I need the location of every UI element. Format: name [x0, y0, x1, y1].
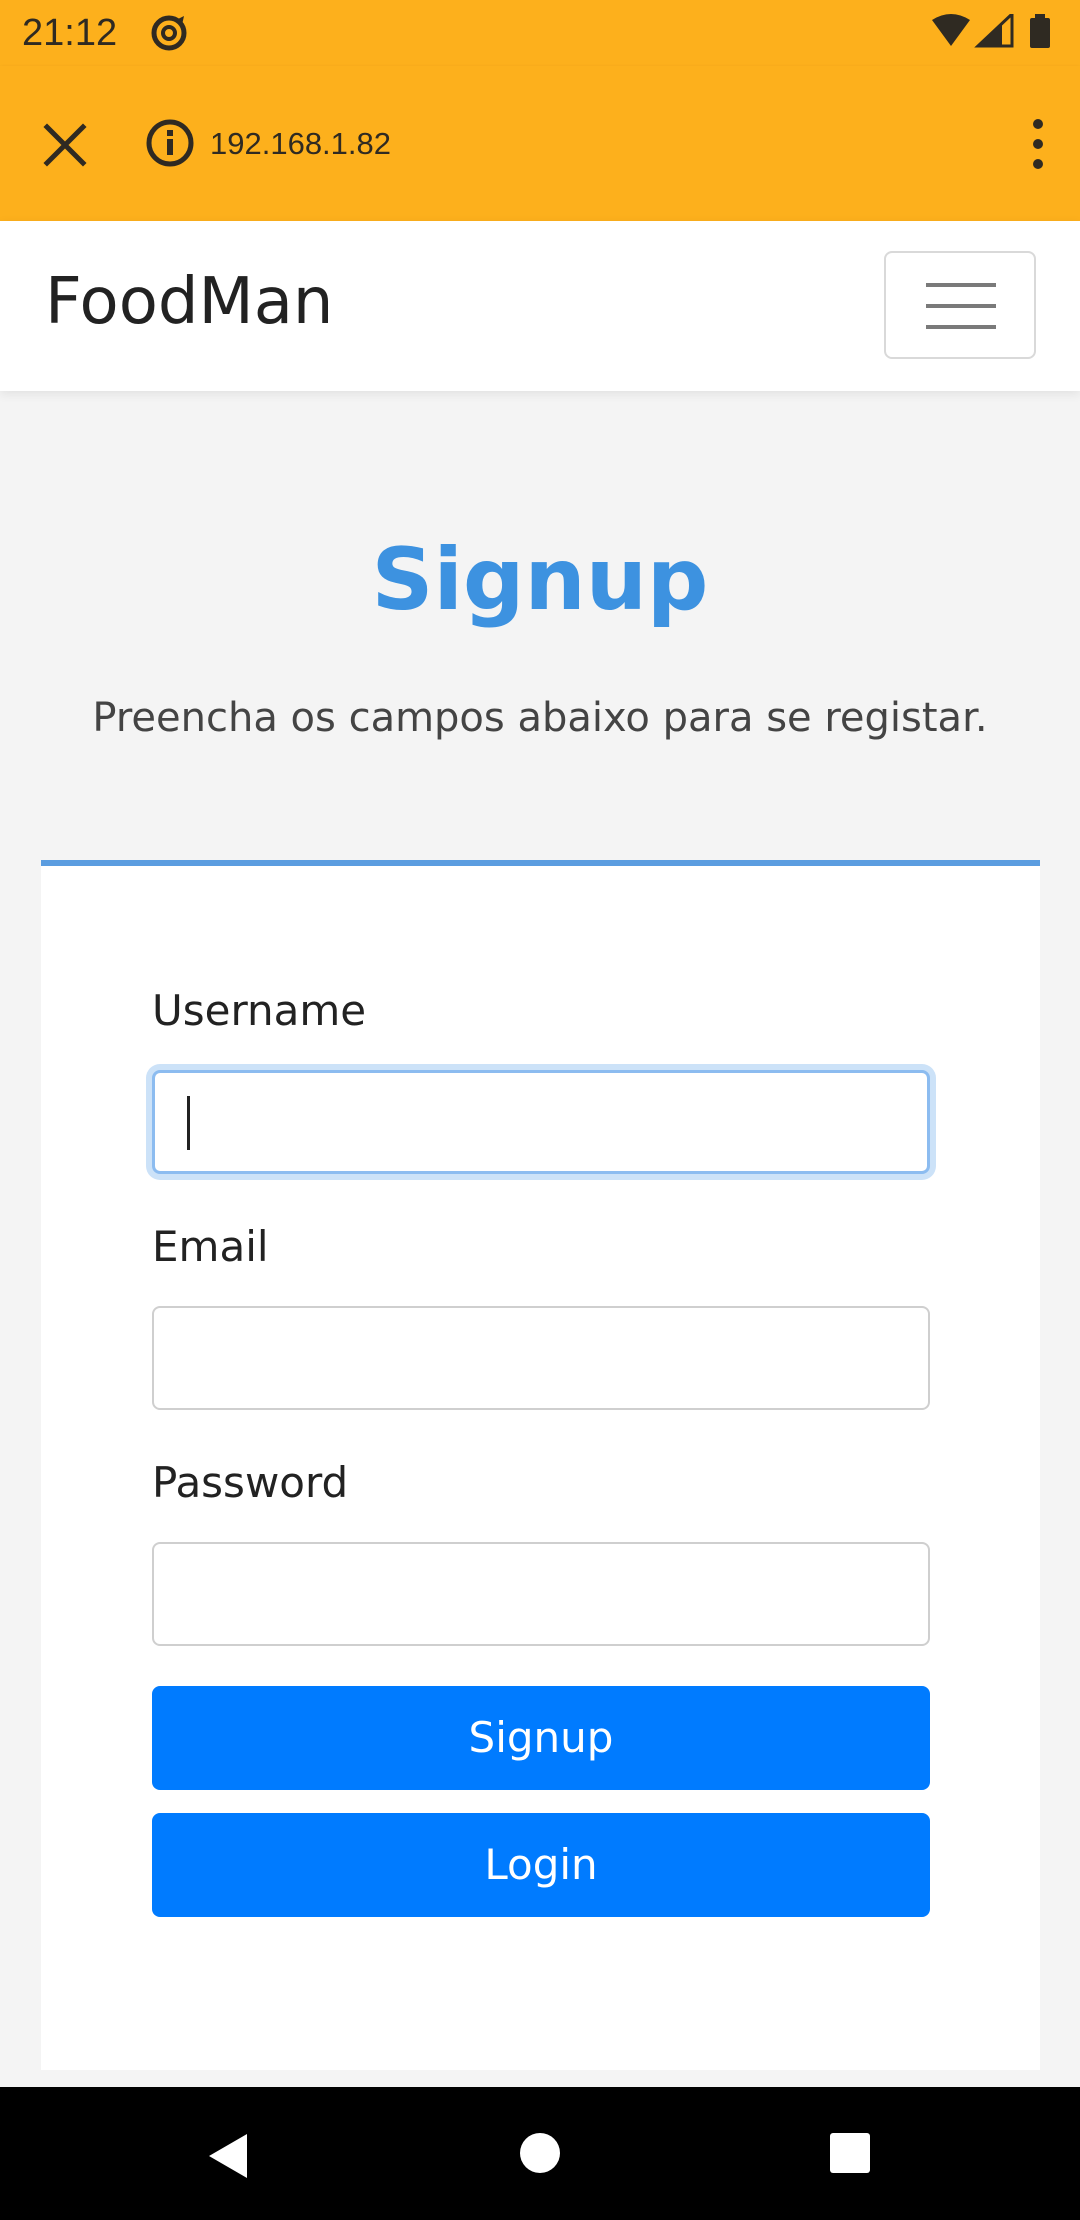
sync-icon: [151, 15, 187, 51]
login-button[interactable]: Login: [152, 1813, 930, 1917]
email-input[interactable]: [152, 1306, 930, 1410]
navbar-toggle-button[interactable]: [884, 251, 1036, 359]
email-label: Email: [152, 1222, 269, 1271]
info-icon[interactable]: [145, 118, 195, 168]
username-label: Username: [152, 986, 367, 1035]
hamburger-icon: [926, 283, 996, 329]
wifi-icon: [932, 14, 970, 46]
status-time: 21:12: [22, 12, 118, 54]
battery-icon: [1030, 14, 1050, 48]
brand-logo[interactable]: FoodMan: [45, 265, 333, 339]
back-icon[interactable]: [205, 2132, 249, 2180]
close-icon[interactable]: [42, 122, 88, 168]
password-input[interactable]: [152, 1542, 930, 1646]
home-icon[interactable]: [518, 2131, 562, 2175]
status-icons: [932, 14, 1050, 48]
url-text[interactable]: 192.168.1.82: [210, 126, 391, 162]
status-bar: 21:12: [0, 0, 1080, 66]
signup-form-card: Username Email Password Signup Login: [41, 860, 1040, 2070]
username-input[interactable]: [152, 1070, 930, 1174]
password-label: Password: [152, 1458, 349, 1507]
signup-button[interactable]: Signup: [152, 1686, 930, 1790]
signal-icon: [974, 14, 1014, 48]
page-title: Signup: [371, 530, 709, 630]
navbar: FoodMan: [0, 221, 1080, 391]
browser-toolbar: 192.168.1.82: [0, 66, 1080, 221]
system-nav-bar: [0, 2087, 1080, 2220]
recents-icon[interactable]: [829, 2132, 871, 2174]
text-cursor: [187, 1096, 190, 1150]
overflow-menu-icon[interactable]: [1026, 118, 1050, 170]
page-subtitle: Preencha os campos abaixo para se regist…: [92, 695, 988, 741]
